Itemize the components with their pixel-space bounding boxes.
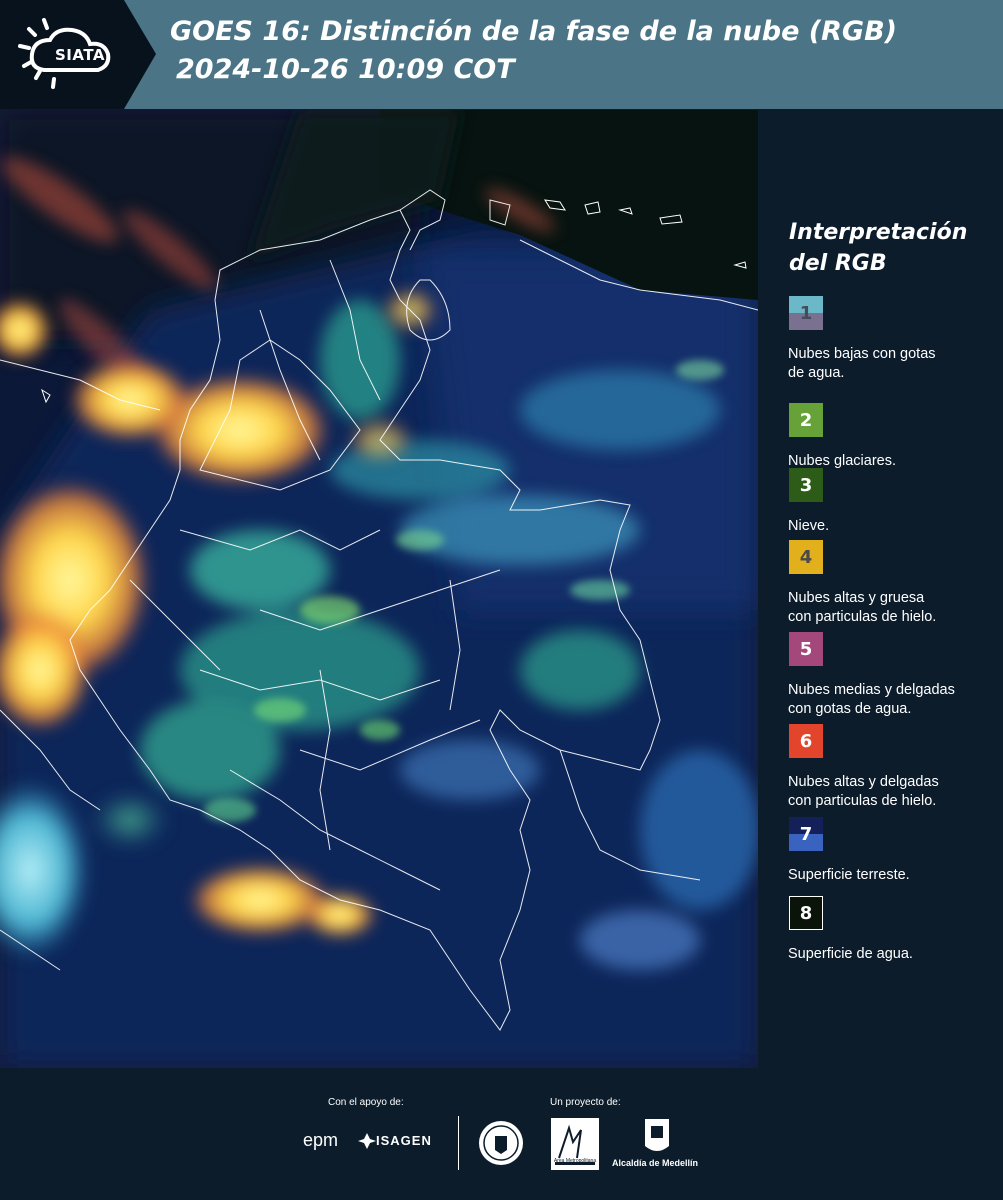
siata-logo: SIATA — [0, 0, 156, 109]
legend-swatch-6: 6 — [789, 724, 823, 758]
legend-item-label-4: Nubes altas y gruesa con particulas de hi… — [788, 590, 937, 625]
legend-swatch-8: 8 — [789, 896, 823, 930]
isagen-mark-icon — [358, 1133, 376, 1149]
legend-swatch-number: 8 — [799, 902, 813, 924]
legend-item-label-8: Superficie de agua. — [788, 946, 913, 962]
support-label: Con el apoyo de: — [328, 1097, 404, 1108]
footer: Con el apoyo de: Un proyecto de: epm ISA… — [0, 1070, 1003, 1200]
epm-logo: epm — [303, 1130, 339, 1150]
header-bar: SIATA GOES 16: Distinción de la fase de … — [0, 0, 1003, 109]
legend-swatch-7: 7 — [789, 817, 823, 851]
legend-title: Interpretación del RGB — [789, 220, 968, 276]
legend-swatch-number: 5 — [799, 638, 813, 660]
legend-swatch-4: 4 — [789, 540, 823, 574]
legend-swatch-1: 1 — [789, 296, 823, 330]
antioquia-seal-icon — [479, 1121, 523, 1165]
legend-swatch-number: 1 — [799, 302, 813, 324]
satellite-map — [0, 110, 758, 1068]
rgb-legend: Interpretación del RGB 1 Nubes bajas con … — [760, 110, 1003, 1070]
legend-item-label-6: Nubes altas y delgadas con particulas de … — [788, 774, 939, 809]
legend-swatch-number: 2 — [799, 409, 813, 431]
medellin-logo-text: Alcaldía de Medellín — [612, 1158, 699, 1168]
legend-item-label-5: Nubes medias y delgadas con gotas de agua… — [788, 682, 955, 717]
legend-swatch-number: 3 — [799, 474, 813, 496]
area-metropolitana-text: Área Metropolitana — [553, 1158, 597, 1164]
legend-swatch-3: 3 — [789, 468, 823, 502]
project-label: Un proyecto de: — [550, 1097, 621, 1108]
page-timestamp: 2024-10-26 10:09 COT — [176, 54, 515, 85]
legend-item-label-3: Nieve. — [788, 518, 830, 534]
legend-swatch-number: 7 — [799, 823, 813, 845]
footer-divider — [458, 1116, 459, 1170]
legend-swatch-2: 2 — [789, 403, 823, 437]
legend-item-label-1: Nubes bajas con gotas de agua. — [788, 346, 936, 381]
medellin-shield-icon — [645, 1119, 669, 1151]
isagen-logo: ISAGEN — [376, 1133, 432, 1148]
legend-swatch-number: 6 — [799, 730, 813, 752]
page-title: GOES 16: Distinción de la fase de la nub… — [170, 16, 897, 47]
siata-logo-text: SIATA — [54, 46, 105, 64]
legend-swatch-number: 4 — [799, 546, 813, 568]
legend-item-label-7: Superficie terreste. — [788, 867, 910, 883]
legend-swatch-5: 5 — [789, 632, 823, 666]
